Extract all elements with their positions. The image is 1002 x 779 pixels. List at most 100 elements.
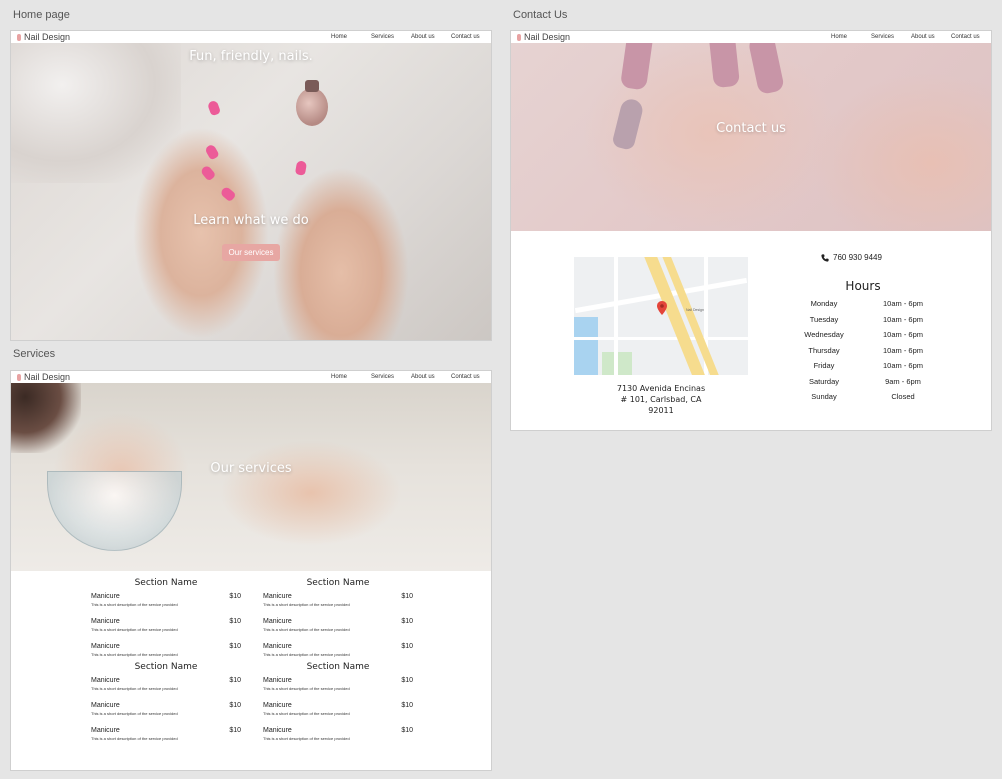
artboard-label-services: Services bbox=[13, 348, 56, 360]
hours-time: 10am - 6pm bbox=[882, 299, 924, 308]
service-description: This is a short description of the servi… bbox=[91, 711, 178, 716]
section-name: Section Name bbox=[306, 662, 370, 672]
nav-contact[interactable]: Contact us bbox=[451, 374, 485, 380]
nav-contact[interactable]: Contact us bbox=[951, 34, 985, 40]
nav-about[interactable]: About us bbox=[411, 34, 451, 40]
nav-services[interactable]: Services bbox=[371, 374, 411, 380]
hours-time: 10am - 6pm bbox=[882, 361, 924, 370]
home-tagline: Fun, friendly, nails. bbox=[189, 49, 313, 64]
service-price: $10 bbox=[229, 618, 241, 625]
service-name: Manicure bbox=[263, 593, 292, 600]
hair-decoration bbox=[11, 383, 81, 453]
nav-home[interactable]: Home bbox=[331, 374, 371, 380]
service-name: Manicure bbox=[263, 702, 292, 709]
our-services-button[interactable]: Our services bbox=[222, 244, 280, 261]
hours-time: 10am - 6pm bbox=[882, 345, 924, 355]
service-price: $10 bbox=[229, 727, 241, 734]
service-item[interactable]: Manicure $10 This is a short description… bbox=[91, 727, 241, 752]
nail-logo-icon bbox=[17, 373, 21, 381]
navbar: Nail Design Home Services About us Conta… bbox=[11, 31, 491, 43]
nav-about[interactable]: About us bbox=[411, 374, 451, 380]
service-price: $10 bbox=[229, 643, 241, 650]
service-name: Manicure bbox=[91, 702, 120, 709]
phone-text: 760 930 9449 bbox=[833, 253, 882, 262]
service-item[interactable]: Manicure $10 This is a short description… bbox=[91, 593, 241, 618]
map-road bbox=[574, 337, 748, 340]
service-description: This is a short description of the servi… bbox=[263, 602, 350, 607]
service-name: Manicure bbox=[91, 643, 120, 650]
service-name: Manicure bbox=[91, 727, 120, 734]
hours-day: Monday bbox=[810, 299, 838, 308]
home-page-frame: Nail Design Home Services About us Conta… bbox=[10, 30, 492, 341]
hours-row: Wednesday 10am - 6pm bbox=[789, 330, 949, 346]
nav-contact[interactable]: Contact us bbox=[451, 34, 485, 40]
service-name: Manicure bbox=[263, 618, 292, 625]
service-description: This is a short description of the servi… bbox=[263, 736, 350, 741]
hours-time: 10am - 6pm bbox=[882, 314, 924, 324]
service-item[interactable]: Manicure $10 This is a short description… bbox=[263, 727, 413, 752]
service-description: This is a short description of the servi… bbox=[263, 627, 350, 632]
home-hero-image: Fun, friendly, nails. Learn what we do O… bbox=[11, 43, 491, 340]
location-map[interactable]: Nail Design bbox=[574, 257, 748, 375]
artboard-label-contact: Contact Us bbox=[513, 9, 568, 21]
nav-links: Home Services About us Contact us bbox=[831, 34, 985, 40]
service-item[interactable]: Manicure $10 This is a short description… bbox=[263, 702, 413, 727]
hours-day: Tuesday bbox=[809, 314, 839, 324]
brand[interactable]: Nail Design bbox=[517, 32, 570, 42]
section-name: Section Name bbox=[306, 578, 370, 588]
nav-services[interactable]: Services bbox=[871, 34, 911, 40]
service-item[interactable]: Manicure $10 This is a short description… bbox=[91, 702, 241, 727]
service-description: This is a short description of the servi… bbox=[91, 627, 178, 632]
fur-rug-decoration bbox=[11, 43, 181, 183]
hours-title: Hours bbox=[845, 279, 881, 293]
section-name: Section Name bbox=[134, 662, 198, 672]
polish-bottle-decoration bbox=[296, 80, 328, 126]
service-item[interactable]: Manicure $10 This is a short description… bbox=[263, 593, 413, 618]
service-section: Section Name Manicure $10 This is a shor… bbox=[91, 578, 241, 668]
nav-home[interactable]: Home bbox=[331, 34, 371, 40]
water-area bbox=[574, 317, 598, 375]
nav-services[interactable]: Services bbox=[371, 34, 411, 40]
brand-name: Nail Design bbox=[24, 372, 71, 382]
nail-decoration bbox=[204, 143, 220, 161]
hours-time: 10am - 6pm bbox=[882, 330, 924, 339]
hours-day: Friday bbox=[813, 361, 835, 370]
service-item[interactable]: Manicure $10 This is a short description… bbox=[263, 618, 413, 643]
service-name: Manicure bbox=[263, 677, 292, 684]
learn-heading: Learn what we do bbox=[193, 213, 309, 228]
service-description: This is a short description of the servi… bbox=[263, 652, 350, 657]
hours-time: Closed bbox=[891, 392, 915, 401]
service-price: $10 bbox=[401, 643, 413, 650]
phone-icon bbox=[821, 253, 829, 262]
artboard-label-home: Home page bbox=[13, 9, 70, 21]
contact-hero-title: Contact us bbox=[716, 121, 786, 136]
services-hero-title: Our services bbox=[210, 461, 292, 476]
service-price: $10 bbox=[401, 618, 413, 625]
service-price: $10 bbox=[401, 677, 413, 684]
brand[interactable]: Nail Design bbox=[17, 32, 70, 42]
service-description: This is a short description of the servi… bbox=[91, 736, 178, 741]
nail-logo-icon bbox=[17, 33, 21, 41]
service-item[interactable]: Manicure $10 This is a short description… bbox=[91, 677, 241, 702]
service-section: Section Name Manicure $10 This is a shor… bbox=[91, 662, 241, 752]
contact-hero-image: Contact us bbox=[511, 43, 991, 231]
hours-day: Wednesday bbox=[804, 330, 844, 339]
service-item[interactable]: Manicure $10 This is a short description… bbox=[91, 618, 241, 643]
hours-table: Monday 10am - 6pm Tuesday 10am - 6pm Wed… bbox=[789, 299, 949, 408]
service-name: Manicure bbox=[263, 727, 292, 734]
nav-links: Home Services About us Contact us bbox=[331, 34, 485, 40]
service-name: Manicure bbox=[263, 643, 292, 650]
service-name: Manicure bbox=[91, 618, 120, 625]
service-item[interactable]: Manicure $10 This is a short description… bbox=[263, 677, 413, 702]
contact-page-frame: Nail Design Home Services About us Conta… bbox=[510, 30, 992, 431]
navbar: Nail Design Home Services About us Conta… bbox=[511, 31, 991, 43]
brand[interactable]: Nail Design bbox=[17, 372, 70, 382]
nav-about[interactable]: About us bbox=[911, 34, 951, 40]
phone-number[interactable]: 760 930 9449 bbox=[821, 253, 882, 262]
nav-home[interactable]: Home bbox=[831, 34, 871, 40]
brand-name: Nail Design bbox=[524, 32, 571, 42]
service-price: $10 bbox=[229, 677, 241, 684]
hours-row: Tuesday 10am - 6pm bbox=[789, 315, 949, 331]
glass-bowl-decoration bbox=[47, 471, 182, 551]
hours-row: Sunday Closed bbox=[789, 392, 949, 408]
